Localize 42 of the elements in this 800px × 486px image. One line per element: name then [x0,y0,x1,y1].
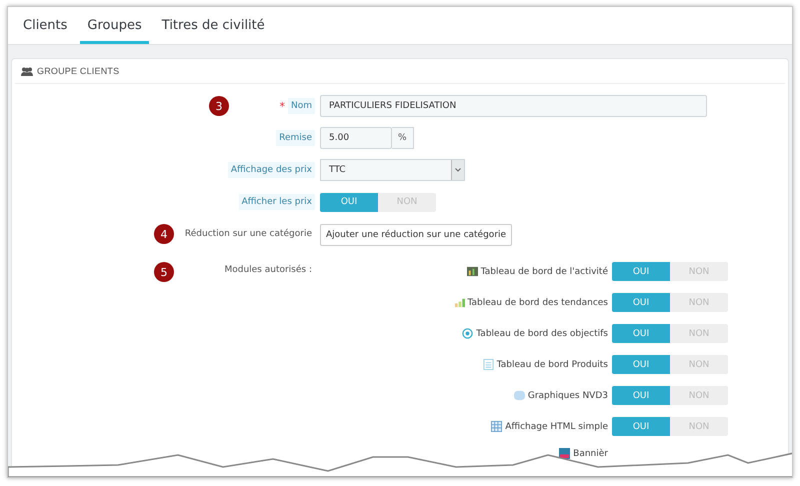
list-icon [482,359,494,370]
module-name: Graphiques NVD3 [528,390,608,400]
yes-option[interactable]: OUI [612,262,670,281]
chart-icon [466,266,478,277]
grid-icon [491,421,502,432]
target-icon [462,328,474,339]
caret-icon [451,160,464,180]
module-name: Tableau de bord des objectifs [476,328,608,338]
tab[interactable]: Groupes [80,11,149,44]
panel-title: GROUPE CLIENTS [37,66,120,76]
tab[interactable]: Titres de civilité [154,11,272,44]
field-label: Affichage des prix [228,162,315,178]
module-name: Bannièr [573,448,608,458]
tab[interactable]: Clients [16,11,74,44]
module-name: Tableau de bord Produits [496,360,608,370]
yes-option[interactable]: OUI [320,192,378,212]
discount-input[interactable]: 5.00 [320,127,392,149]
users-icon [21,66,33,76]
bar-chart-icon [454,297,465,308]
name-input[interactable]: PARTICULIERS FIDELISATION [320,95,707,117]
field-label: Afficher les prix [238,194,315,210]
module-name: Tableau de bord des tendances [468,298,608,308]
field-label: Réduction sur une catégorie [184,228,313,241]
callout-badge: 5 [154,262,174,282]
yes-option[interactable]: OUI [612,355,670,374]
yes-option[interactable]: OUI [612,324,670,343]
banner-icon [559,448,570,459]
module-name: Affichage HTML simple [505,422,608,432]
required-mark: * [279,100,285,112]
yes-option[interactable]: OUI [612,293,670,312]
field-label: Remise [276,130,315,146]
field-label: Nom [288,98,315,114]
price-display-select[interactable]: TTC [320,159,465,181]
field-label: Modules autorisés : [223,264,313,277]
yes-option[interactable]: OUI [612,417,670,436]
module-name: Tableau de bord de l'activité [480,266,608,276]
callout-badge: 4 [154,224,174,244]
cloud-icon [514,390,525,401]
yes-option[interactable]: OUI [612,386,670,405]
add-category-discount-button[interactable]: Ajouter une réduction sur une catégorie [320,224,512,246]
percent-addon: % [392,127,414,149]
callout-badge: 3 [209,96,229,116]
